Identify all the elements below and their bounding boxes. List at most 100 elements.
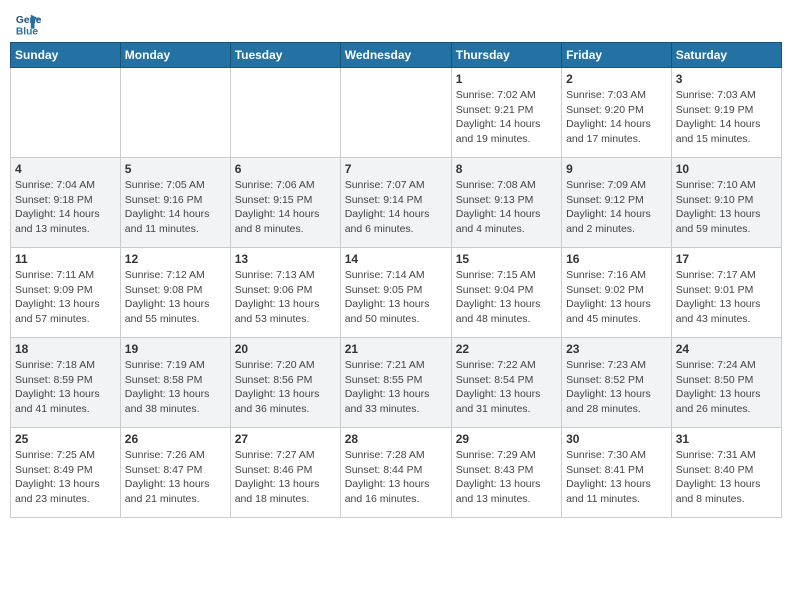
logo: General Blue xyxy=(14,10,44,38)
day-header-wednesday: Wednesday xyxy=(340,43,451,68)
day-info: Sunrise: 7:08 AM Sunset: 9:13 PM Dayligh… xyxy=(456,178,557,237)
calendar-cell: 27 Sunrise: 7:27 AM Sunset: 8:46 PM Dayli… xyxy=(230,428,340,518)
day-number: 9 xyxy=(566,162,667,176)
calendar-cell: 19 Sunrise: 7:19 AM Sunset: 8:58 PM Dayli… xyxy=(120,338,230,428)
day-number: 8 xyxy=(456,162,557,176)
calendar-cell: 14 Sunrise: 7:14 AM Sunset: 9:05 PM Dayli… xyxy=(340,248,451,338)
day-number: 31 xyxy=(676,432,777,446)
day-number: 28 xyxy=(345,432,447,446)
day-info: Sunrise: 7:06 AM Sunset: 9:15 PM Dayligh… xyxy=(235,178,336,237)
day-header-thursday: Thursday xyxy=(451,43,561,68)
calendar-week-1: 1Sunrise: 7:02 AM Sunset: 9:21 PM Daylig… xyxy=(11,68,782,158)
calendar-cell: 18 Sunrise: 7:18 AM Sunset: 8:59 PM Dayli… xyxy=(11,338,121,428)
day-number: 30 xyxy=(566,432,667,446)
day-number: 18 xyxy=(15,342,116,356)
calendar-cell: 4Sunrise: 7:04 AM Sunset: 9:18 PM Daylig… xyxy=(11,158,121,248)
day-number: 23 xyxy=(566,342,667,356)
day-number: 21 xyxy=(345,342,447,356)
day-info: Sunrise: 7:09 AM Sunset: 9:12 PM Dayligh… xyxy=(566,178,667,237)
day-info: Sunrise: 7:26 AM Sunset: 8:47 PM Dayligh… xyxy=(125,448,226,507)
day-info: Sunrise: 7:03 AM Sunset: 9:19 PM Dayligh… xyxy=(676,88,777,147)
calendar-cell: 11Sunrise: 7:11 AM Sunset: 9:09 PM Dayli… xyxy=(11,248,121,338)
calendar-cell: 21 Sunrise: 7:21 AM Sunset: 8:55 PM Dayli… xyxy=(340,338,451,428)
day-number: 19 xyxy=(125,342,226,356)
day-info: Sunrise: 7:13 AM Sunset: 9:06 PM Dayligh… xyxy=(235,268,336,327)
day-header-friday: Friday xyxy=(562,43,672,68)
day-number: 17 xyxy=(676,252,777,266)
calendar-cell xyxy=(230,68,340,158)
day-info: Sunrise: 7:05 AM Sunset: 9:16 PM Dayligh… xyxy=(125,178,226,237)
day-number: 22 xyxy=(456,342,557,356)
day-info: Sunrise: 7:15 AM Sunset: 9:04 PM Dayligh… xyxy=(456,268,557,327)
calendar-cell: 13 Sunrise: 7:13 AM Sunset: 9:06 PM Dayli… xyxy=(230,248,340,338)
day-number: 25 xyxy=(15,432,116,446)
calendar-week-4: 18 Sunrise: 7:18 AM Sunset: 8:59 PM Dayli… xyxy=(11,338,782,428)
calendar-cell: 3Sunrise: 7:03 AM Sunset: 9:19 PM Daylig… xyxy=(671,68,781,158)
day-number: 2 xyxy=(566,72,667,86)
calendar-cell: 10 Sunrise: 7:10 AM Sunset: 9:10 PM Dayli… xyxy=(671,158,781,248)
day-info: Sunrise: 7:25 AM Sunset: 8:49 PM Dayligh… xyxy=(15,448,116,507)
day-info: Sunrise: 7:07 AM Sunset: 9:14 PM Dayligh… xyxy=(345,178,447,237)
day-info: Sunrise: 7:17 AM Sunset: 9:01 PM Dayligh… xyxy=(676,268,777,327)
svg-text:General: General xyxy=(16,15,42,26)
day-number: 14 xyxy=(345,252,447,266)
calendar-cell xyxy=(120,68,230,158)
day-info: Sunrise: 7:24 AM Sunset: 8:50 PM Dayligh… xyxy=(676,358,777,417)
day-info: Sunrise: 7:18 AM Sunset: 8:59 PM Dayligh… xyxy=(15,358,116,417)
day-number: 20 xyxy=(235,342,336,356)
day-info: Sunrise: 7:03 AM Sunset: 9:20 PM Dayligh… xyxy=(566,88,667,147)
day-number: 12 xyxy=(125,252,226,266)
day-number: 27 xyxy=(235,432,336,446)
day-info: Sunrise: 7:23 AM Sunset: 8:52 PM Dayligh… xyxy=(566,358,667,417)
calendar-cell: 17 Sunrise: 7:17 AM Sunset: 9:01 PM Dayli… xyxy=(671,248,781,338)
logo-icon: General Blue xyxy=(14,10,42,38)
day-number: 10 xyxy=(676,162,777,176)
day-info: Sunrise: 7:10 AM Sunset: 9:10 PM Dayligh… xyxy=(676,178,777,237)
day-header-saturday: Saturday xyxy=(671,43,781,68)
calendar-cell xyxy=(340,68,451,158)
day-number: 7 xyxy=(345,162,447,176)
calendar-cell: 25 Sunrise: 7:25 AM Sunset: 8:49 PM Dayli… xyxy=(11,428,121,518)
day-info: Sunrise: 7:02 AM Sunset: 9:21 PM Dayligh… xyxy=(456,88,557,147)
day-header-monday: Monday xyxy=(120,43,230,68)
calendar-cell: 1Sunrise: 7:02 AM Sunset: 9:21 PM Daylig… xyxy=(451,68,561,158)
calendar-week-5: 25 Sunrise: 7:25 AM Sunset: 8:49 PM Dayli… xyxy=(11,428,782,518)
calendar-cell: 28Sunrise: 7:28 AM Sunset: 8:44 PM Dayli… xyxy=(340,428,451,518)
day-number: 4 xyxy=(15,162,116,176)
calendar-cell: 5 Sunrise: 7:05 AM Sunset: 9:16 PM Daylig… xyxy=(120,158,230,248)
day-info: Sunrise: 7:16 AM Sunset: 9:02 PM Dayligh… xyxy=(566,268,667,327)
day-info: Sunrise: 7:19 AM Sunset: 8:58 PM Dayligh… xyxy=(125,358,226,417)
page-header: General Blue xyxy=(10,10,782,38)
day-number: 16 xyxy=(566,252,667,266)
calendar-cell: 20 Sunrise: 7:20 AM Sunset: 8:56 PM Dayli… xyxy=(230,338,340,428)
day-number: 29 xyxy=(456,432,557,446)
calendar-week-2: 4Sunrise: 7:04 AM Sunset: 9:18 PM Daylig… xyxy=(11,158,782,248)
calendar-cell: 29Sunrise: 7:29 AM Sunset: 8:43 PM Dayli… xyxy=(451,428,561,518)
day-number: 5 xyxy=(125,162,226,176)
calendar-cell: 12Sunrise: 7:12 AM Sunset: 9:08 PM Dayli… xyxy=(120,248,230,338)
calendar-cell: 31 Sunrise: 7:31 AM Sunset: 8:40 PM Dayli… xyxy=(671,428,781,518)
day-info: Sunrise: 7:30 AM Sunset: 8:41 PM Dayligh… xyxy=(566,448,667,507)
calendar-cell: 6Sunrise: 7:06 AM Sunset: 9:15 PM Daylig… xyxy=(230,158,340,248)
calendar-cell: 2 Sunrise: 7:03 AM Sunset: 9:20 PM Daylig… xyxy=(562,68,672,158)
calendar-cell: 30 Sunrise: 7:30 AM Sunset: 8:41 PM Dayli… xyxy=(562,428,672,518)
calendar-cell: 16 Sunrise: 7:16 AM Sunset: 9:02 PM Dayli… xyxy=(562,248,672,338)
day-header-tuesday: Tuesday xyxy=(230,43,340,68)
day-info: Sunrise: 7:14 AM Sunset: 9:05 PM Dayligh… xyxy=(345,268,447,327)
calendar-cell: 26Sunrise: 7:26 AM Sunset: 8:47 PM Dayli… xyxy=(120,428,230,518)
day-info: Sunrise: 7:20 AM Sunset: 8:56 PM Dayligh… xyxy=(235,358,336,417)
day-info: Sunrise: 7:21 AM Sunset: 8:55 PM Dayligh… xyxy=(345,358,447,417)
calendar-cell: 7 Sunrise: 7:07 AM Sunset: 9:14 PM Daylig… xyxy=(340,158,451,248)
calendar-cell: 15 Sunrise: 7:15 AM Sunset: 9:04 PM Dayli… xyxy=(451,248,561,338)
day-info: Sunrise: 7:27 AM Sunset: 8:46 PM Dayligh… xyxy=(235,448,336,507)
day-info: Sunrise: 7:31 AM Sunset: 8:40 PM Dayligh… xyxy=(676,448,777,507)
calendar-header-row: SundayMondayTuesdayWednesdayThursdayFrid… xyxy=(11,43,782,68)
calendar-table: SundayMondayTuesdayWednesdayThursdayFrid… xyxy=(10,42,782,518)
day-number: 15 xyxy=(456,252,557,266)
day-info: Sunrise: 7:11 AM Sunset: 9:09 PM Dayligh… xyxy=(15,268,116,327)
day-info: Sunrise: 7:22 AM Sunset: 8:54 PM Dayligh… xyxy=(456,358,557,417)
calendar-cell: 8 Sunrise: 7:08 AM Sunset: 9:13 PM Daylig… xyxy=(451,158,561,248)
calendar-cell: 24Sunrise: 7:24 AM Sunset: 8:50 PM Dayli… xyxy=(671,338,781,428)
calendar-week-3: 11Sunrise: 7:11 AM Sunset: 9:09 PM Dayli… xyxy=(11,248,782,338)
day-number: 13 xyxy=(235,252,336,266)
